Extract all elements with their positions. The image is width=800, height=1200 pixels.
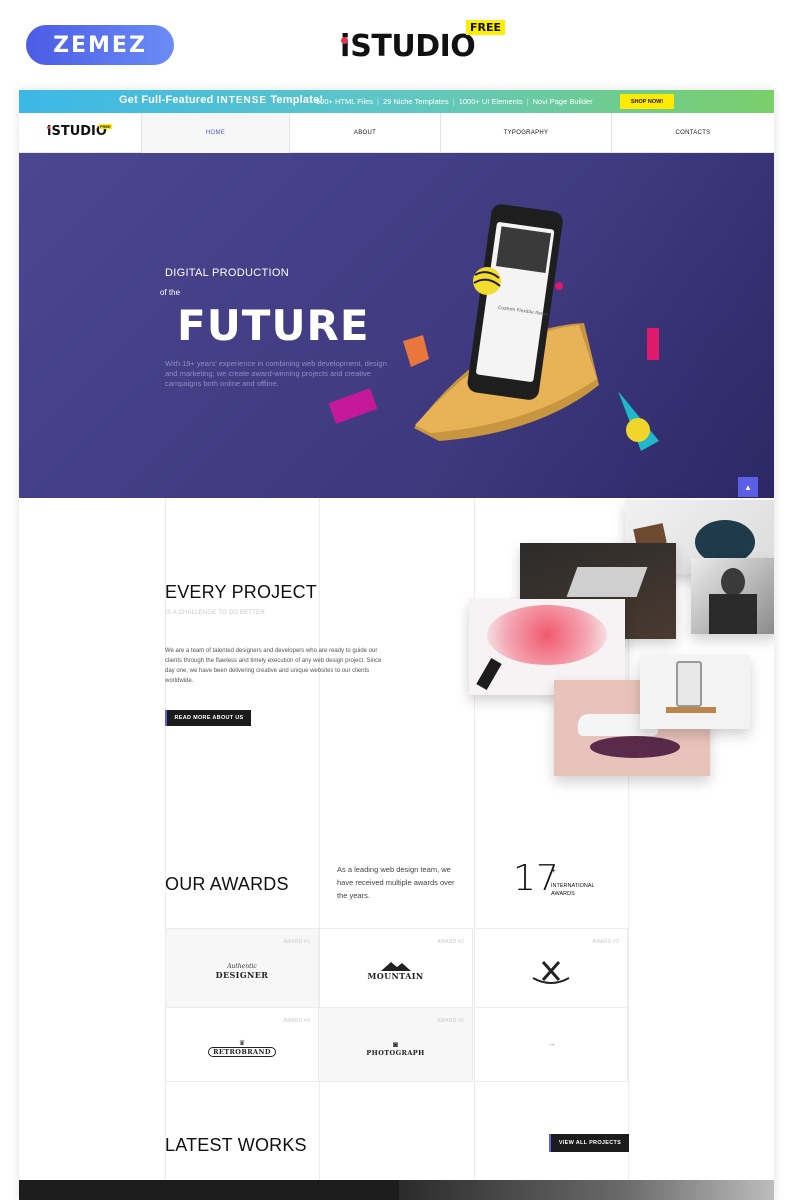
project-body: We are a team of talented designers and … bbox=[165, 648, 382, 684]
scroll-top-button[interactable]: ▲ bbox=[738, 477, 758, 497]
award-card[interactable]: AWARD #5 ◙ PHOTOGRAPH bbox=[319, 1008, 473, 1082]
nav-item-contacts[interactable]: CONTACTS bbox=[611, 113, 774, 153]
istudio-logo-i: i bbox=[340, 29, 351, 64]
collage-image-phone-stand[interactable] bbox=[640, 655, 750, 729]
arrow-up-icon: ▲ bbox=[744, 482, 752, 492]
award-logo-top: Authentic bbox=[227, 962, 257, 970]
camera-icon: ◙ bbox=[393, 1039, 398, 1049]
awards-count-label: INTERNATIONAL AWARDS bbox=[551, 883, 595, 897]
award-number: AWARD #5 bbox=[437, 1018, 464, 1024]
nav-item-typography[interactable]: TYPOGRAPHY bbox=[440, 113, 611, 153]
zemez-logo-text: ZEMEZ bbox=[53, 32, 147, 58]
arrow-right-icon: → bbox=[547, 1038, 556, 1048]
award-card[interactable]: AWARD #3 bbox=[474, 928, 628, 1008]
award-number: AWARD #1 bbox=[283, 939, 310, 945]
promo-feature: Novi Page Builder bbox=[532, 97, 593, 106]
award-logo-name: DESIGNER bbox=[215, 969, 269, 980]
shop-now-button[interactable]: SHOP NOW! bbox=[620, 94, 674, 109]
hero-illustration: Custom Flexible Items bbox=[328, 204, 659, 451]
award-logo: ◙ PHOTOGRAPH bbox=[319, 1026, 472, 1070]
award-logo-name: MOUNTAIN bbox=[367, 971, 424, 981]
project-subtitle: IS A CHALLENGE TO DO BETTER bbox=[165, 610, 265, 616]
nav-logo-i: i bbox=[47, 124, 52, 139]
promo-feature: 1000+ UI Elements bbox=[458, 97, 523, 106]
awards-text: As a leading web design team, we have re… bbox=[337, 865, 455, 900]
phone-screen-image bbox=[495, 226, 552, 273]
showcase-header: ZEMEZ i STUDIO FREE bbox=[0, 0, 800, 90]
crossed-tools-icon bbox=[532, 961, 569, 984]
award-next-card[interactable]: → bbox=[474, 1008, 628, 1082]
nav-free-badge: FREE bbox=[99, 124, 112, 129]
award-card[interactable]: AWARD #2 MOUNTAIN bbox=[319, 928, 473, 1008]
nav-item-about[interactable]: ABOUT bbox=[289, 113, 440, 153]
promo-feature: 500+ HTML Files bbox=[316, 97, 374, 106]
award-logo-name: PHOTOGRAPH bbox=[366, 1048, 425, 1057]
works-title: LATEST WORKS bbox=[165, 1135, 307, 1155]
award-card[interactable]: AWARD #4 ♛ RETROBRAND bbox=[165, 1008, 319, 1082]
istudio-logo[interactable]: i STUDIO bbox=[340, 22, 476, 64]
free-badge: FREE bbox=[466, 20, 506, 35]
award-logo: ♛ RETROBRAND bbox=[166, 1028, 318, 1068]
crown-icon: ♛ bbox=[238, 1040, 246, 1047]
award-logo: Authentic DESIGNER bbox=[166, 949, 318, 993]
award-card[interactable]: AWARD #1 Authentic DESIGNER bbox=[165, 928, 319, 1008]
orange-block bbox=[403, 335, 429, 367]
award-number: AWARD #2 bbox=[437, 939, 464, 945]
hero-kicker: DIGITAL PRODUCTION bbox=[165, 267, 289, 279]
magenta-block bbox=[328, 388, 378, 424]
hero-section: Custom Flexible Items DIGITAL PRODUCTION… bbox=[19, 153, 774, 498]
zemez-logo[interactable]: ZEMEZ bbox=[26, 25, 174, 65]
template-preview: Get Full-Featured INTENSE Template! 500+… bbox=[19, 90, 774, 1200]
mountain-icon bbox=[380, 962, 411, 971]
hero-of-the: of the bbox=[160, 288, 181, 297]
collage-image-portrait[interactable] bbox=[691, 558, 774, 634]
grid-line bbox=[165, 498, 166, 1198]
award-number: AWARD #3 bbox=[592, 939, 619, 945]
grid-line bbox=[319, 498, 320, 1198]
logo-dot-icon bbox=[341, 37, 348, 44]
award-logo-name: RETROBRAND bbox=[208, 1047, 276, 1057]
pink-dot bbox=[555, 282, 563, 290]
istudio-logo-text: STUDIO bbox=[350, 29, 476, 64]
yellow-cylinder bbox=[626, 418, 650, 442]
award-number: AWARD #4 bbox=[283, 1018, 310, 1024]
hero-title: FUTURE bbox=[177, 301, 370, 350]
awards-count-suffix: + bbox=[551, 866, 556, 875]
pink-bar bbox=[647, 328, 659, 360]
hero-description: With 19+ years' experience in combining … bbox=[165, 359, 387, 388]
nav-logo[interactable]: i STUDIO bbox=[47, 124, 107, 139]
promo-title: Get Full-Featured INTENSE Template! bbox=[119, 94, 324, 106]
award-logo: MOUNTAIN bbox=[319, 949, 472, 993]
read-more-button[interactable]: READ MORE ABOUT US bbox=[165, 710, 251, 726]
works-gallery-preview bbox=[19, 1180, 774, 1200]
promo-bar: Get Full-Featured INTENSE Template! 500+… bbox=[19, 90, 774, 113]
main-nav: i STUDIO FREE HOME ABOUT TYPOGRAPHY CONTA… bbox=[19, 113, 774, 153]
view-all-projects-button[interactable]: VIEW ALL PROJECTS bbox=[549, 1134, 629, 1152]
promo-feature: 29 Niche Templates bbox=[383, 97, 449, 106]
nav-item-home[interactable]: HOME bbox=[141, 113, 289, 153]
award-logo bbox=[474, 951, 627, 995]
awards-title: OUR AWARDS bbox=[165, 874, 289, 894]
project-title: EVERY PROJECT bbox=[165, 582, 317, 602]
promo-features: 500+ HTML Files | 29 Niche Templates | 100… bbox=[316, 97, 593, 106]
